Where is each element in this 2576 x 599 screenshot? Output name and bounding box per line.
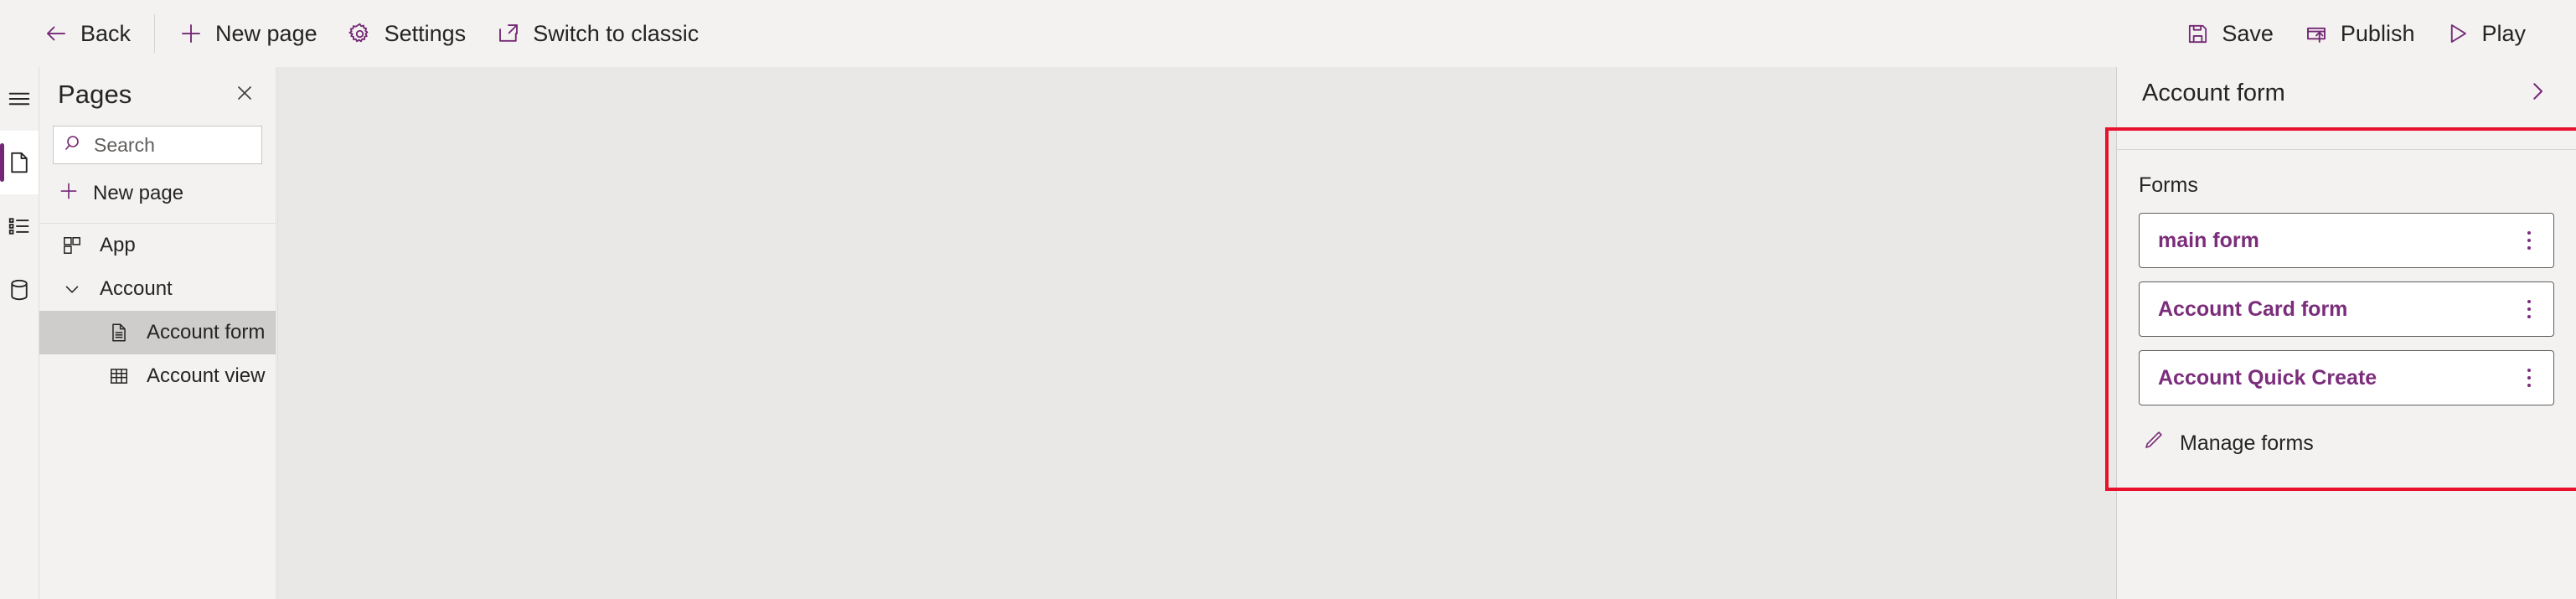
- list-icon: [7, 214, 32, 239]
- properties-panel-divider: [2117, 149, 2576, 150]
- tree-item-account[interactable]: Account: [39, 267, 276, 311]
- page-icon: [7, 150, 32, 175]
- tree-item-account-form[interactable]: Account form: [39, 311, 276, 354]
- properties-panel-header: Account form: [2117, 67, 2576, 119]
- new-page-button[interactable]: New page: [163, 12, 333, 55]
- form-card-account-card-form[interactable]: Account Card form: [2139, 281, 2554, 337]
- form-card-label: Account Quick Create: [2158, 365, 2377, 390]
- hamburger-icon: [7, 86, 32, 111]
- properties-panel-body: Forms main form Account Card form Accoun…: [2117, 173, 2576, 467]
- command-bar-divider: [154, 14, 156, 53]
- app-root: Back New page Settings Switch to classic…: [0, 0, 2576, 599]
- save-button[interactable]: Save: [2170, 12, 2289, 55]
- tree-item-account-label: Account: [100, 277, 173, 300]
- pages-panel-header: Pages: [39, 67, 276, 122]
- left-rail: [0, 67, 39, 599]
- tree-item-app[interactable]: App: [39, 224, 276, 267]
- play-label: Play: [2481, 20, 2526, 46]
- properties-panel-title: Account form: [2142, 79, 2285, 106]
- rail-item-navigation[interactable]: [0, 194, 39, 258]
- tree-item-app-label: App: [100, 234, 136, 256]
- app-grid-icon: [58, 231, 86, 260]
- more-vertical-icon[interactable]: [2510, 290, 2548, 328]
- tree-item-account-form-label: Account form: [147, 321, 266, 343]
- pages-panel: Pages Search New page App Account Accoun…: [39, 67, 276, 599]
- settings-label: Settings: [384, 20, 467, 46]
- publish-button[interactable]: Publish: [2289, 12, 2430, 55]
- tree-item-account-view[interactable]: Account view: [39, 354, 276, 398]
- settings-button[interactable]: Settings: [333, 12, 482, 55]
- design-canvas[interactable]: [277, 67, 2116, 599]
- top-command-bar: Back New page Settings Switch to classic…: [0, 0, 2576, 67]
- back-button[interactable]: Back: [28, 12, 146, 55]
- command-bar-right-group: Save Publish Play: [2170, 12, 2576, 55]
- forms-section-label: Forms: [2139, 173, 2198, 197]
- back-label: Back: [80, 20, 132, 46]
- tree-item-account-view-label: Account view: [147, 364, 266, 387]
- play-button[interactable]: Play: [2429, 12, 2541, 55]
- manage-forms-button[interactable]: Manage forms: [2139, 419, 2554, 467]
- manage-forms-label: Manage forms: [2180, 431, 2314, 455]
- pages-tree: App Account Account form Account view: [39, 223, 276, 398]
- close-panel-button[interactable]: [229, 79, 261, 111]
- plus-icon: [178, 21, 204, 46]
- external-link-icon: [496, 21, 521, 46]
- publish-icon: [2304, 21, 2329, 46]
- panel-new-page-button[interactable]: New page: [39, 169, 276, 218]
- publish-label: Publish: [2340, 20, 2415, 46]
- form-document-icon: [105, 318, 133, 347]
- gear-icon: [348, 21, 373, 46]
- form-card-main-form[interactable]: main form: [2139, 213, 2554, 268]
- close-icon: [235, 83, 255, 107]
- rail-item-pages[interactable]: [0, 131, 39, 194]
- new-page-label: New page: [215, 20, 317, 46]
- save-label: Save: [2222, 20, 2274, 46]
- command-bar-left-group: Back New page Settings Switch to classic: [0, 12, 714, 55]
- chevron-right-icon: [2525, 79, 2550, 108]
- search-input[interactable]: [94, 133, 251, 157]
- expand-panel-button[interactable]: [2521, 76, 2554, 110]
- search-icon: [64, 133, 84, 157]
- plus-icon: [58, 180, 80, 208]
- search-box[interactable]: [53, 126, 262, 164]
- database-icon: [7, 277, 32, 302]
- properties-panel: Account form Forms main form Account Car…: [2116, 67, 2576, 599]
- rail-item-hamburger-menu[interactable]: [0, 67, 39, 131]
- more-vertical-icon[interactable]: [2510, 221, 2548, 260]
- chevron-down-icon[interactable]: [58, 275, 86, 303]
- panel-new-page-label: New page: [93, 182, 184, 204]
- table-grid-icon: [105, 362, 133, 390]
- form-card-account-quick-create[interactable]: Account Quick Create: [2139, 350, 2554, 405]
- form-card-label: Account Card form: [2158, 297, 2348, 321]
- pencil-icon: [2142, 429, 2165, 457]
- search-container: [39, 122, 276, 164]
- rail-item-data[interactable]: [0, 258, 39, 322]
- form-card-label: main form: [2158, 228, 2259, 252]
- play-icon: [2444, 21, 2470, 46]
- switch-to-classic-label: Switch to classic: [533, 20, 699, 46]
- more-vertical-icon[interactable]: [2510, 359, 2548, 397]
- switch-to-classic-button[interactable]: Switch to classic: [481, 12, 714, 55]
- save-icon: [2185, 21, 2210, 46]
- pages-panel-title: Pages: [58, 80, 132, 109]
- arrow-left-icon: [44, 21, 69, 46]
